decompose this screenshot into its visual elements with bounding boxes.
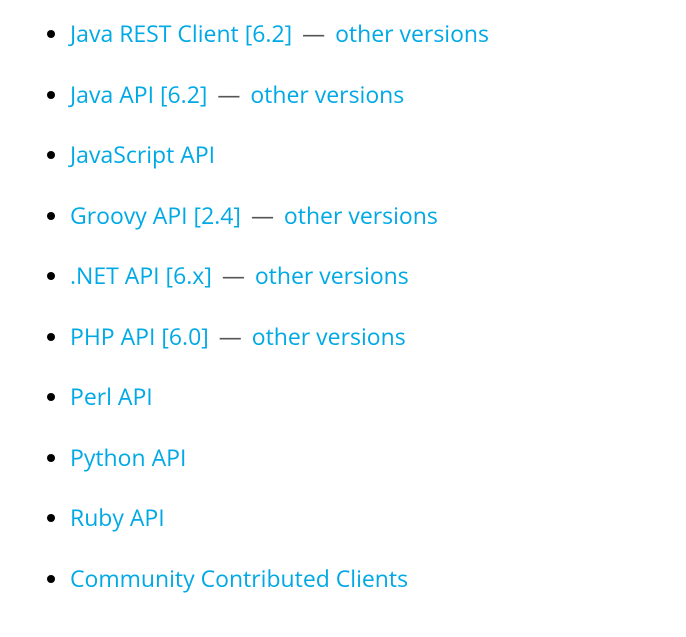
separator: — <box>219 320 242 352</box>
list-item: Groovy API [2.4] — other versions <box>70 198 656 233</box>
api-client-list: Java REST Client [6.2] — other versionsJ… <box>30 16 656 595</box>
list-item: Perl API <box>70 379 656 414</box>
api-link[interactable]: Groovy API [2.4] <box>70 199 241 231</box>
api-link[interactable]: Java REST Client [6.2] <box>70 17 292 49</box>
api-link[interactable]: Ruby API <box>70 501 165 533</box>
separator: — <box>251 199 274 231</box>
separator: — <box>217 78 240 110</box>
api-link[interactable]: Python API <box>70 441 186 473</box>
list-item: PHP API [6.0] — other versions <box>70 319 656 354</box>
other-versions-link[interactable]: other versions <box>250 78 404 110</box>
list-item: .NET API [6.x] — other versions <box>70 258 656 293</box>
list-item: Community Contributed Clients <box>70 561 656 596</box>
list-item: Ruby API <box>70 500 656 535</box>
other-versions-link[interactable]: other versions <box>255 259 409 291</box>
api-link[interactable]: Community Contributed Clients <box>70 562 408 594</box>
api-link[interactable]: .NET API [6.x] <box>70 259 212 291</box>
api-link[interactable]: JavaScript API <box>70 138 215 170</box>
list-item: Java REST Client [6.2] — other versions <box>70 16 656 51</box>
separator: — <box>222 259 245 291</box>
api-link[interactable]: Perl API <box>70 380 153 412</box>
api-link[interactable]: Java API [6.2] <box>70 78 207 110</box>
other-versions-link[interactable]: other versions <box>252 320 406 352</box>
list-item: JavaScript API <box>70 137 656 172</box>
separator: — <box>302 17 325 49</box>
list-item: Java API [6.2] — other versions <box>70 77 656 112</box>
other-versions-link[interactable]: other versions <box>284 199 438 231</box>
api-link[interactable]: PHP API [6.0] <box>70 320 209 352</box>
list-item: Python API <box>70 440 656 475</box>
other-versions-link[interactable]: other versions <box>335 17 489 49</box>
